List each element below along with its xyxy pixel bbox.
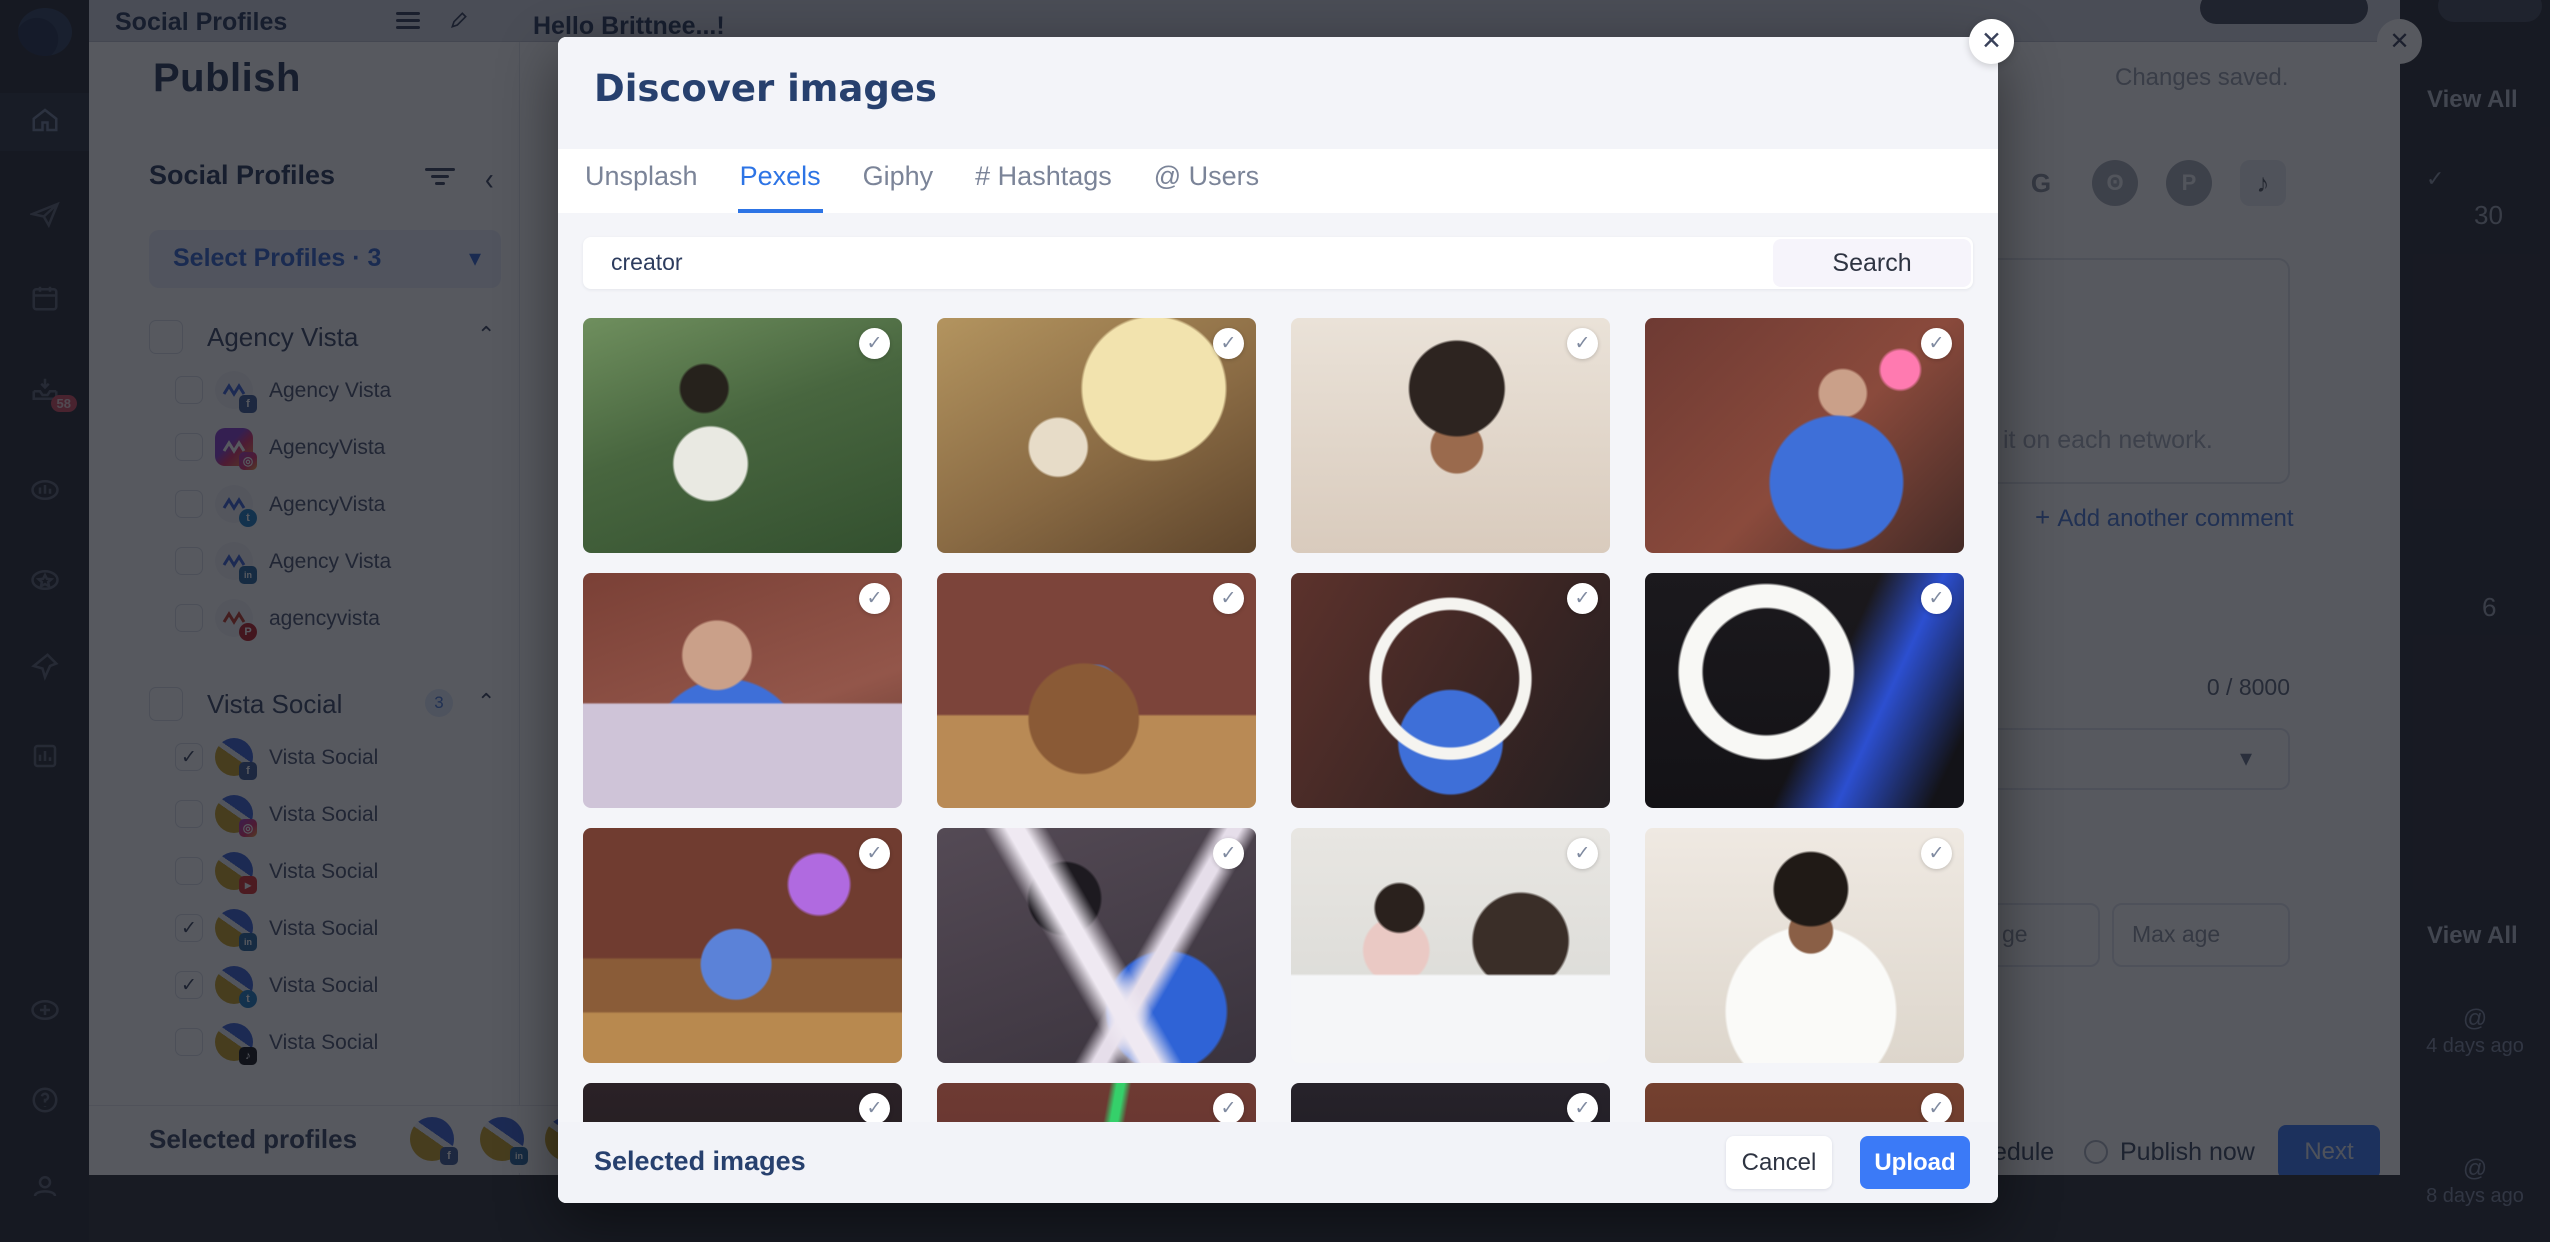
image-tile[interactable]: ✓	[583, 318, 902, 553]
upload-button[interactable]: Upload	[1860, 1136, 1970, 1189]
select-check-icon[interactable]: ✓	[1567, 583, 1598, 614]
image-tile[interactable]: ✓	[1291, 573, 1610, 808]
modal-search-row: creator Search	[558, 213, 1998, 309]
select-check-icon[interactable]: ✓	[1567, 1093, 1598, 1122]
select-check-icon[interactable]: ✓	[1213, 838, 1244, 869]
image-tile[interactable]: ✓	[1291, 828, 1610, 1063]
search-query-text: creator	[611, 249, 683, 276]
modal-tabs: Unsplash Pexels Giphy # Hashtags @ Users	[558, 149, 1998, 213]
image-tile[interactable]: ✓	[1645, 828, 1964, 1063]
image-grid: ✓ ✓ ✓ ✓ ✓ ✓ ✓ ✓ ✓ ✓ ✓ ✓ ✓ ✓ ✓ ✓	[583, 318, 1964, 1122]
select-check-icon[interactable]: ✓	[1213, 583, 1244, 614]
select-check-icon[interactable]: ✓	[1567, 838, 1598, 869]
tab-pexels[interactable]: Pexels	[738, 149, 823, 213]
image-tile[interactable]: ✓	[937, 573, 1256, 808]
select-check-icon[interactable]: ✓	[1921, 328, 1952, 359]
image-tile[interactable]: ✓	[583, 1083, 902, 1122]
select-check-icon[interactable]: ✓	[859, 1093, 890, 1122]
select-check-icon[interactable]: ✓	[859, 328, 890, 359]
select-check-icon[interactable]: ✓	[859, 583, 890, 614]
modal-close-icon[interactable]: ✕	[1969, 19, 2014, 64]
select-check-icon[interactable]: ✓	[1567, 328, 1598, 359]
selected-images-label: Selected images	[594, 1146, 806, 1177]
image-tile[interactable]: ✓	[1291, 1083, 1610, 1122]
tab-users[interactable]: @ Users	[1152, 149, 1261, 213]
select-check-icon[interactable]: ✓	[1921, 583, 1952, 614]
image-tile[interactable]: ✓	[1291, 318, 1610, 553]
image-tile[interactable]: ✓	[1645, 573, 1964, 808]
image-grid-scroll[interactable]: ✓ ✓ ✓ ✓ ✓ ✓ ✓ ✓ ✓ ✓ ✓ ✓ ✓ ✓ ✓ ✓	[558, 309, 1998, 1122]
tab-hashtags[interactable]: # Hashtags	[973, 149, 1114, 213]
image-tile[interactable]: ✓	[937, 318, 1256, 553]
image-tile[interactable]: ✓	[937, 828, 1256, 1063]
select-check-icon[interactable]: ✓	[1921, 838, 1952, 869]
tab-unsplash[interactable]: Unsplash	[583, 149, 700, 213]
select-check-icon[interactable]: ✓	[1921, 1093, 1952, 1122]
select-check-icon[interactable]: ✓	[1213, 328, 1244, 359]
cancel-button[interactable]: Cancel	[1726, 1136, 1832, 1189]
image-tile[interactable]: ✓	[1645, 318, 1964, 553]
image-tile[interactable]: ✓	[1645, 1083, 1964, 1122]
select-check-icon[interactable]: ✓	[859, 838, 890, 869]
tab-giphy[interactable]: Giphy	[861, 149, 936, 213]
image-tile[interactable]: ✓	[583, 828, 902, 1063]
discover-images-modal: Discover images ✕ Unsplash Pexels Giphy …	[558, 37, 1998, 1203]
image-tile[interactable]: ✓	[583, 573, 902, 808]
modal-title: Discover images	[594, 67, 937, 110]
modal-header: Discover images	[558, 37, 1998, 149]
search-button[interactable]: Search	[1773, 239, 1971, 287]
app-canvas: { "topbar": { "page_title": "Social Prof…	[0, 0, 2550, 1242]
select-check-icon[interactable]: ✓	[1213, 1093, 1244, 1122]
search-input[interactable]: creator Search	[583, 237, 1973, 289]
modal-footer: Selected images Cancel Upload	[558, 1122, 1998, 1203]
image-tile[interactable]: ✓	[937, 1083, 1256, 1122]
